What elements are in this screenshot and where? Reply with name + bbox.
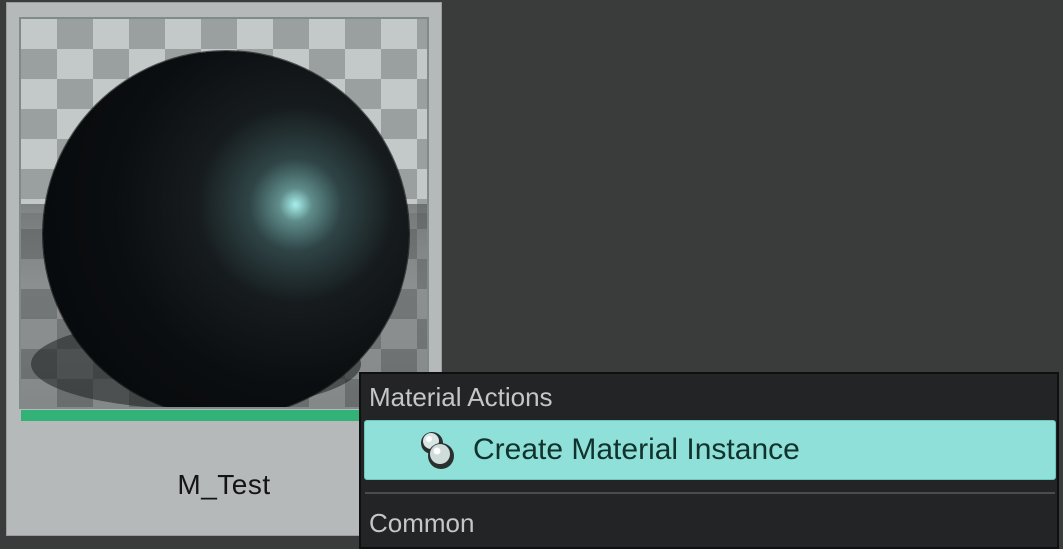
- editor-content-area: M_Test Material Actions Create Material …: [0, 0, 1063, 549]
- menu-item-label: Create Material Instance: [473, 433, 800, 466]
- asset-context-menu: Material Actions Create Material Instanc…: [359, 372, 1059, 549]
- create-material-instance-menu-item[interactable]: Create Material Instance: [364, 420, 1056, 480]
- menu-divider: [365, 492, 1055, 494]
- menu-section-header-common: Common: [369, 508, 475, 538]
- material-thumbnail[interactable]: [19, 17, 429, 409]
- material-preview-sphere: [43, 51, 409, 407]
- material-instance-icon: [415, 428, 459, 472]
- menu-section-header-material-actions: Material Actions: [369, 382, 553, 412]
